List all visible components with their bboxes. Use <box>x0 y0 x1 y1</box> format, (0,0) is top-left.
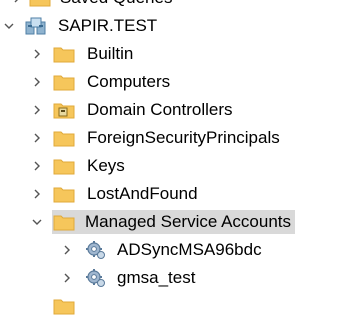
folder-icon <box>28 0 52 8</box>
tree-item-adsyncmsa96bdc[interactable]: ADSyncMSA96bdc <box>0 236 345 264</box>
chevron-right-icon[interactable] <box>60 243 74 257</box>
tree-item-label: gmsa_test <box>117 268 196 287</box>
chevron-down-icon[interactable] <box>30 215 44 229</box>
service-account-icon <box>84 240 108 260</box>
chevron-down-icon[interactable] <box>2 19 16 33</box>
folder-icon <box>52 44 76 64</box>
folder-icon <box>52 184 76 204</box>
tree-item-label: Domain Controllers <box>87 100 233 119</box>
tree-item-lost-and-found[interactable]: LostAndFound <box>0 180 345 208</box>
folder-icon <box>52 212 76 232</box>
domain-icon <box>24 16 48 36</box>
tree-item-gmsa-test[interactable]: gmsa_test <box>0 264 345 292</box>
chevron-right-icon[interactable] <box>30 131 44 145</box>
tree-item-label: LostAndFound <box>87 184 198 203</box>
tree-item-label: Builtin <box>87 44 134 63</box>
chevron-right-icon[interactable] <box>30 159 44 173</box>
tree-item-label: ADSyncMSA96bdc <box>117 240 262 259</box>
tree-item-label: Saved Queries <box>58 0 174 10</box>
chevron-right-icon[interactable] <box>10 0 24 5</box>
chevron-right-icon[interactable] <box>30 103 44 117</box>
tree-item-builtin[interactable]: Builtin <box>0 40 345 68</box>
tree-item-managed-service-accounts[interactable]: Managed Service Accounts <box>0 208 345 236</box>
folder-icon <box>52 296 76 316</box>
folder-icon <box>52 156 76 176</box>
tree-view: Saved Queries SAPIR.TEST Builtin <box>0 0 345 320</box>
tree-item-foreign-security-principals[interactable]: ForeignSecurityPrincipals <box>0 124 345 152</box>
service-account-icon <box>84 268 108 288</box>
tree-item-label: ForeignSecurityPrincipals <box>87 128 280 147</box>
chevron-right-icon[interactable] <box>30 47 44 61</box>
tree-item-label: SAPIR.TEST <box>58 16 158 35</box>
tree-item-sapir-test[interactable]: SAPIR.TEST <box>0 12 345 40</box>
chevron-right-icon[interactable] <box>30 75 44 89</box>
tree-item-keys[interactable]: Keys <box>0 152 345 180</box>
tree-item-label: Managed Service Accounts <box>52 210 296 234</box>
tree-item-saved-queries[interactable]: Saved Queries <box>0 0 345 12</box>
chevron-right-icon[interactable] <box>60 271 74 285</box>
tree-item-domain-controllers[interactable]: Domain Controllers <box>0 96 345 124</box>
tree-item-label: Keys <box>87 156 125 175</box>
tree-item-clipped <box>0 292 345 320</box>
folder-icon <box>52 72 76 92</box>
folder-icon <box>52 128 76 148</box>
chevron-right-icon[interactable] <box>30 187 44 201</box>
tree-item-label: Computers <box>87 72 171 91</box>
ou-folder-icon <box>52 100 76 120</box>
tree-item-computers[interactable]: Computers <box>0 68 345 96</box>
